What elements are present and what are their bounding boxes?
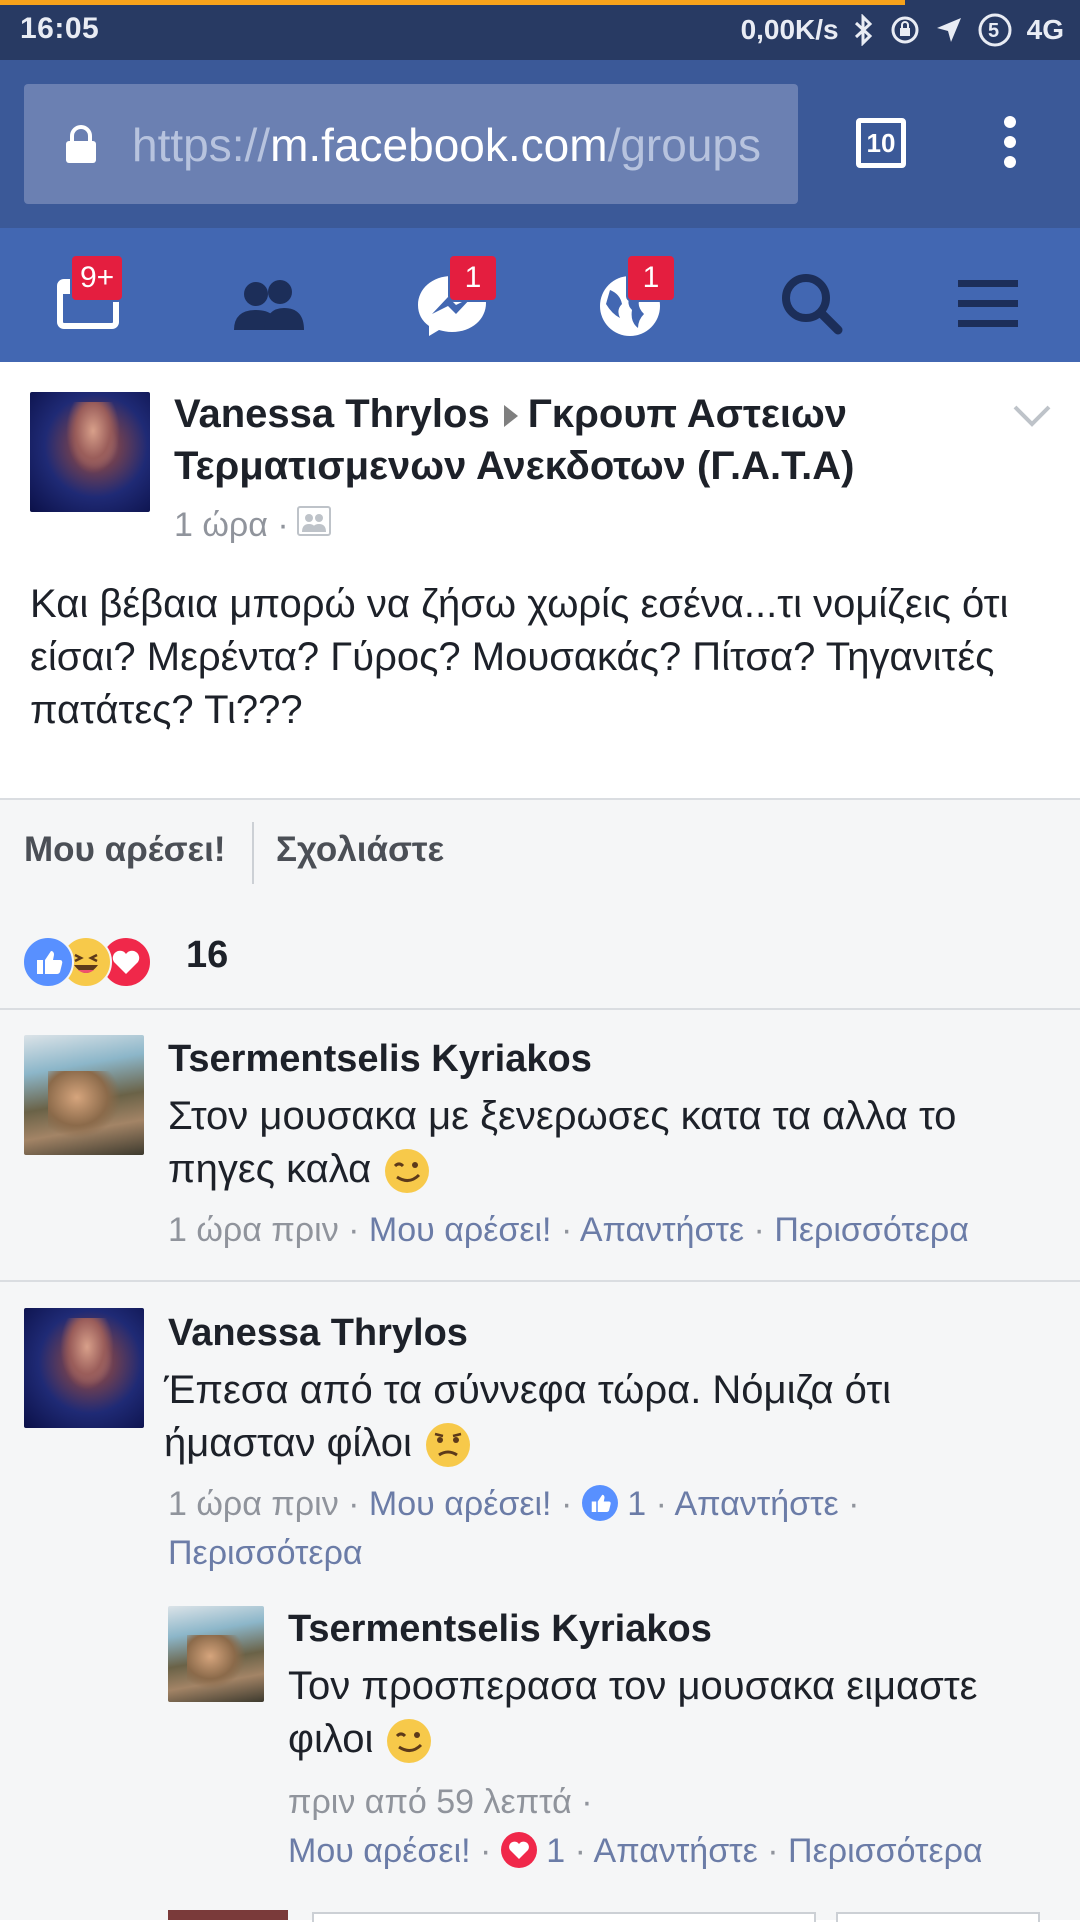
- comment-reply-link[interactable]: Απαντήστε: [580, 1211, 744, 1249]
- overflow-menu-icon[interactable]: [998, 116, 1022, 173]
- reactions-summary[interactable]: 16: [0, 908, 1080, 1010]
- like-button[interactable]: Μου αρέσει!: [24, 830, 226, 870]
- comment-time[interactable]: 1 ώρα πριν ·: [168, 1211, 359, 1249]
- tab-count: 10: [866, 128, 896, 158]
- reaction-count: 16: [186, 934, 229, 976]
- facebook-nav-bar: 9+ 1 1: [0, 228, 1080, 362]
- bluetooth-icon: [853, 14, 875, 46]
- messenger-icon: [412, 276, 492, 348]
- like-count-icon: [581, 1485, 618, 1522]
- news-feed-badge: 9+: [70, 254, 125, 302]
- post-author-line: Vanessa Thrylos Γκρουπ Αστειων Τερματισμε…: [174, 388, 1024, 492]
- comment-like-link[interactable]: Μου αρέσει!: [369, 1485, 552, 1523]
- signal-icon: 5: [977, 12, 1013, 48]
- wink-emoji-icon: [384, 1716, 434, 1766]
- friends-icon: [228, 280, 308, 348]
- hamburger-menu-icon: [950, 280, 1030, 348]
- reply-time[interactable]: πριν από 59 λεπτά ·: [288, 1783, 593, 1821]
- arrow-right-icon: [503, 405, 518, 428]
- svg-text:5: 5: [988, 20, 999, 42]
- comment-text: Έπεσα από τα σύννεφα τώρα. Νόμιζα ότι ήμ…: [164, 1368, 892, 1465]
- avatar[interactable]: [168, 1606, 264, 1702]
- reply-meta: πριν από 59 λεπτά · Μου αρέσει! · 1 · Απ…: [288, 1783, 983, 1870]
- comment-meta: 1 ώρα πριν · Μου αρέσει! · 1 · Απαντήστε…: [168, 1485, 860, 1572]
- chevron-down-icon[interactable]: [1012, 404, 1052, 433]
- reply-like-link[interactable]: Μου αρέσει!: [288, 1832, 471, 1870]
- reply-more-link[interactable]: Περισσότερα: [788, 1832, 983, 1870]
- notifications-badge: 1: [626, 254, 676, 302]
- avatar[interactable]: [30, 392, 150, 512]
- globe-icon: [590, 276, 670, 348]
- action-divider: [252, 822, 254, 884]
- post-time[interactable]: 1 ώρα ·: [174, 506, 289, 545]
- status-bar: 16:05 0,00K/s 5 4G: [0, 0, 1080, 60]
- browser-toolbar: https://m.facebook.com/groups 10: [0, 60, 1080, 228]
- comment-author[interactable]: Tsermentselis Kyriakos: [168, 1038, 592, 1081]
- reply-author[interactable]: Tsermentselis Kyriakos: [288, 1608, 712, 1651]
- search-tab[interactable]: [772, 264, 852, 344]
- url-scheme: https://: [132, 119, 271, 171]
- net-speed: 0,00K/s: [740, 14, 839, 45]
- comment-time[interactable]: 1 ώρα πριν ·: [168, 1485, 359, 1523]
- post-author[interactable]: Vanessa Thrylos: [174, 392, 490, 436]
- url-path: /groups: [607, 119, 761, 171]
- post-action-bar: Μου αρέσει! Σχολιάστε: [0, 798, 1080, 910]
- reaction-icons: [22, 936, 172, 988]
- comment-button[interactable]: Σχολιάστε: [276, 830, 444, 870]
- wink-emoji-icon: [382, 1146, 432, 1196]
- messages-badge: 1: [448, 254, 498, 302]
- url-field[interactable]: https://m.facebook.com/groups: [24, 84, 798, 204]
- group-audience-icon: [296, 506, 331, 545]
- comment-reply-link[interactable]: Απαντήστε: [674, 1485, 838, 1523]
- post-comment-button[interactable]: [836, 1912, 1040, 1922]
- comment-like-count[interactable]: 1: [627, 1485, 646, 1523]
- comment-text-block: Έπεσα από τα σύννεφα τώρα. Νόμιζα ότι ήμ…: [164, 1364, 1048, 1470]
- post-text: Και βέβαια μπορώ να ζήσω χωρίς εσένα...τ…: [30, 582, 1009, 732]
- comment-input[interactable]: [312, 1912, 816, 1922]
- comment-more-link[interactable]: Περισσότερα: [774, 1211, 969, 1249]
- menu-tab[interactable]: [950, 264, 1030, 344]
- reply-love-count[interactable]: 1: [546, 1832, 565, 1870]
- comment-like-link[interactable]: Μου αρέσει!: [369, 1211, 552, 1249]
- tabs-button[interactable]: 10: [856, 118, 906, 168]
- comment-text-block: Στον μουσακα με ξενερωσες κατα τα αλλα τ…: [168, 1090, 1048, 1196]
- network-type: 4G: [1026, 14, 1064, 45]
- news-feed-icon: [52, 279, 132, 348]
- friend-requests-tab[interactable]: [228, 264, 308, 344]
- url-text: https://m.facebook.com/groups: [132, 118, 792, 172]
- url-host: m.facebook.com: [270, 119, 608, 171]
- location-icon: [935, 16, 963, 44]
- avatar[interactable]: [24, 1308, 144, 1428]
- reply-reply-link[interactable]: Απαντήστε: [594, 1832, 758, 1870]
- lock-icon: [64, 124, 98, 169]
- messages-tab[interactable]: 1: [412, 254, 498, 344]
- status-time: 16:05: [20, 12, 100, 45]
- rotation-lock-icon: [889, 14, 921, 46]
- avatar[interactable]: [24, 1035, 144, 1155]
- news-feed-tab[interactable]: 9+: [52, 254, 132, 344]
- composer-avatar: [168, 1910, 288, 1920]
- confused-emoji-icon: [423, 1420, 473, 1470]
- notifications-tab[interactable]: 1: [590, 254, 676, 344]
- status-icons: 0,00K/s 5 4G: [741, 10, 1064, 50]
- love-count-icon: [500, 1832, 537, 1869]
- comment: Vanessa Thrylos Έπεσα από τα σύννεφα τώρ…: [0, 1282, 1080, 1922]
- comment-more-link[interactable]: Περισσότερα: [168, 1534, 363, 1572]
- search-icon: [772, 274, 852, 348]
- reply-text-block: Τον προσπερασα τον μουσακα ειμαστε φιλοι: [288, 1660, 1058, 1766]
- post-meta: 1 ώρα ·: [174, 506, 331, 545]
- comment-meta: 1 ώρα πριν · Μου αρέσει! · Απαντήστε · Π…: [168, 1211, 969, 1249]
- comment-author[interactable]: Vanessa Thrylos: [168, 1312, 468, 1355]
- comment: Tsermentselis Kyriakos Στον μουσακα με ξ…: [0, 1010, 1080, 1280]
- page-load-progress: [0, 0, 905, 5]
- like-reaction-icon: [22, 936, 74, 988]
- comment-text: Στον μουσακα με ξενερωσες κατα τα αλλα τ…: [168, 1094, 957, 1191]
